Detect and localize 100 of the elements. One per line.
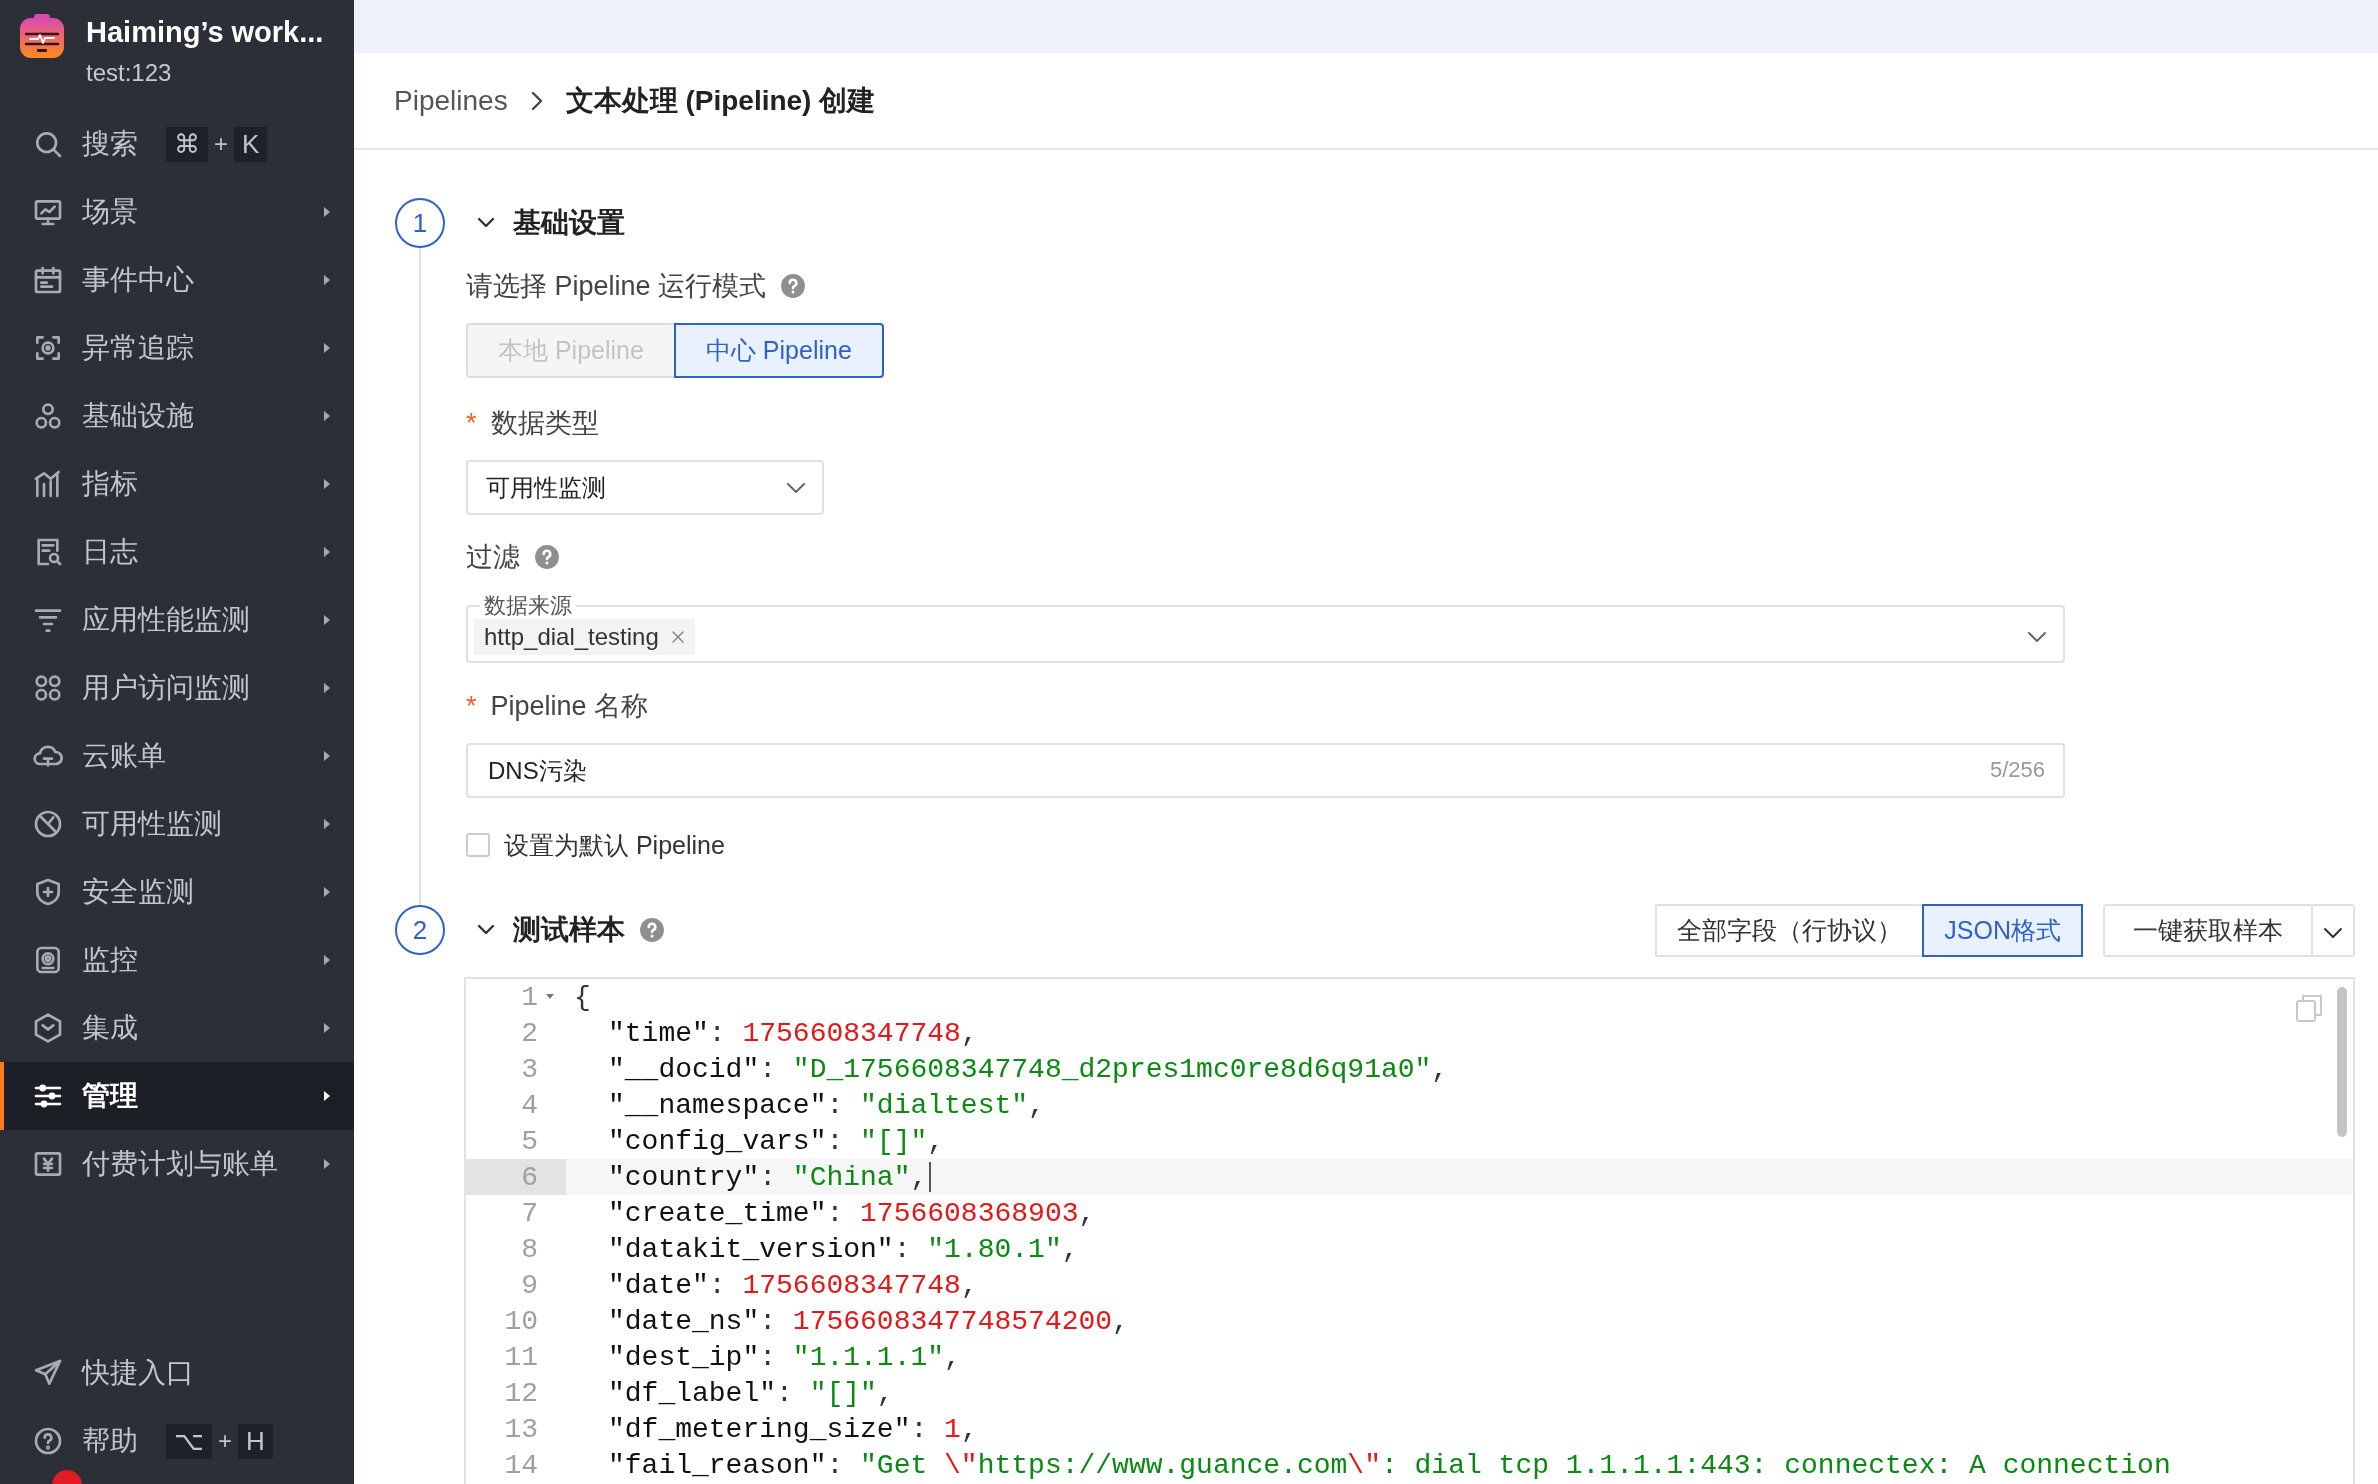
grid-icon — [32, 672, 64, 704]
required-mark: * — [466, 407, 477, 439]
line-number: 13 — [504, 1413, 539, 1445]
format-option[interactable]: JSON格式 — [1922, 903, 2083, 957]
sidebar-item[interactable]: 集成 — [0, 994, 354, 1062]
sidebar-item[interactable]: 可用性监测 — [0, 790, 354, 858]
sidebar-item[interactable]: 事件中心 — [0, 246, 354, 314]
close-icon[interactable] — [670, 630, 685, 644]
data-source-select[interactable]: 数据来源 http_dial_testing — [466, 593, 2065, 663]
character-count: 5/256 — [1989, 757, 2045, 783]
sidebar-item[interactable]: 异常追踪 — [0, 314, 354, 382]
json-string: "[]" — [809, 1377, 877, 1409]
line-number: 12 — [504, 1377, 539, 1409]
json-key: "__namespace" — [608, 1089, 827, 1121]
circles-icon — [32, 400, 64, 432]
line-number: 8 — [521, 1233, 539, 1265]
line-number: 6 — [521, 1161, 539, 1193]
search-item[interactable]: 搜索 ⌘ + K — [0, 110, 354, 178]
caret-right-icon — [322, 1021, 332, 1035]
format-option[interactable]: 全部字段（行协议） — [1655, 903, 1925, 957]
json-key: "date" — [608, 1269, 709, 1301]
copy-icon — [2295, 993, 2323, 1023]
line-number: 1 — [521, 981, 538, 1013]
json-number: 1756608347748574200 — [792, 1305, 1113, 1337]
step-number: 2 — [395, 905, 445, 955]
chevron-down-icon — [786, 481, 806, 494]
caret-right-icon — [322, 341, 332, 355]
code-editor[interactable] — [464, 977, 2355, 1484]
json-punctuation: , — [876, 1377, 894, 1409]
caret-right-icon — [322, 1089, 332, 1103]
logo-icon — [18, 12, 66, 60]
json-escape: \" — [944, 1449, 978, 1481]
line-number: 10 — [504, 1305, 539, 1337]
json-punctuation: : — [759, 1341, 778, 1373]
sidebar-item[interactable]: 基础设施 — [0, 382, 354, 450]
text-cursor — [929, 1162, 932, 1192]
workspace-subtitle: test:123 — [86, 59, 173, 87]
caret-right-icon — [322, 885, 332, 899]
sidebar-item[interactable]: 帮助 ⌥ + H — [0, 1407, 354, 1475]
json-punctuation: : — [759, 1305, 778, 1337]
json-string: "[]" — [860, 1125, 928, 1157]
json-key: "dest_ip" — [608, 1341, 760, 1373]
json-number: 1756608368903 — [860, 1197, 1079, 1229]
json-string: https://www.guance.com — [977, 1449, 1348, 1481]
step-number: 1 — [395, 198, 445, 248]
sidebar-item[interactable]: 用户访问监测 — [0, 654, 354, 722]
line-number: 2 — [521, 1017, 539, 1049]
scrollbar-thumb[interactable] — [2337, 987, 2347, 1137]
json-punctuation: : — [910, 1413, 929, 1445]
data-type-select[interactable]: 可用性监测 — [466, 460, 824, 515]
json-string: "1.1.1.1" — [792, 1341, 945, 1373]
sidebar-item[interactable]: 应用性能监测 — [0, 586, 354, 654]
line-number: 7 — [521, 1197, 539, 1229]
help-icon — [534, 544, 560, 570]
line-number: 4 — [521, 1089, 539, 1121]
caret-right-icon — [322, 749, 332, 763]
tag: http_dial_testing — [474, 619, 695, 655]
checkbox[interactable] — [466, 833, 490, 857]
line-number: 11 — [504, 1341, 539, 1373]
floating-label: 数据来源 — [483, 593, 573, 619]
json-punctuation: : — [826, 1125, 845, 1157]
json-key: "config_vars" — [608, 1125, 827, 1157]
field-label: Pipeline 名称 — [490, 690, 649, 723]
line-number: 5 — [521, 1125, 539, 1157]
json-punctuation: , — [927, 1125, 945, 1157]
sidebar-item[interactable]: 付费计划与账单 — [0, 1130, 354, 1198]
json-punctuation: { — [574, 981, 591, 1013]
plus-sign: + — [218, 1427, 232, 1455]
sidebar-item[interactable]: 云账单 — [0, 722, 354, 790]
json-punctuation: , — [1028, 1089, 1045, 1121]
json-punctuation: : — [759, 1161, 778, 1193]
field-label: 数据类型 — [490, 407, 599, 440]
json-punctuation: : — [708, 1269, 727, 1301]
caret-right-icon — [322, 1157, 332, 1171]
breadcrumb-current: 文本处理 (Pipeline) 创建 — [565, 83, 876, 118]
json-key: "df_metering_size" — [608, 1413, 911, 1445]
sidebar-item[interactable]: 安全监测 — [0, 858, 354, 926]
dropdown-button[interactable] — [2311, 905, 2353, 955]
json-punctuation: , — [1061, 1233, 1079, 1265]
shortcut-key: H — [238, 1423, 273, 1459]
sidebar-item[interactable]: 管理 — [0, 1062, 354, 1130]
json-punctuation: : — [776, 1377, 794, 1409]
json-punctuation: : — [708, 1017, 727, 1049]
checkbox-label[interactable]: 设置为默认 Pipeline — [504, 828, 725, 862]
json-number: 1 — [944, 1413, 961, 1445]
json-string: "Get — [860, 1449, 929, 1481]
sidebar-item[interactable]: 监控 — [0, 926, 354, 994]
breadcrumb-link[interactable]: Pipelines — [394, 84, 508, 117]
plus-sign: + — [214, 130, 228, 158]
mode-option[interactable]: 中心 Pipeline — [673, 323, 884, 378]
field-label: 过滤 — [466, 541, 520, 574]
sidebar-item[interactable]: 日志 — [0, 518, 354, 586]
json-punctuation: : — [826, 1197, 845, 1229]
section-title: 测试样本 — [513, 913, 625, 947]
workspace-name[interactable]: Haiming’s work... — [86, 16, 324, 49]
json-punctuation: , — [960, 1269, 978, 1301]
caret-right-icon — [322, 681, 332, 695]
sidebar-item[interactable]: 快捷入口 — [0, 1339, 354, 1407]
sidebar-item[interactable]: 场景 — [0, 178, 354, 246]
sidebar-item[interactable]: 指标 — [0, 450, 354, 518]
